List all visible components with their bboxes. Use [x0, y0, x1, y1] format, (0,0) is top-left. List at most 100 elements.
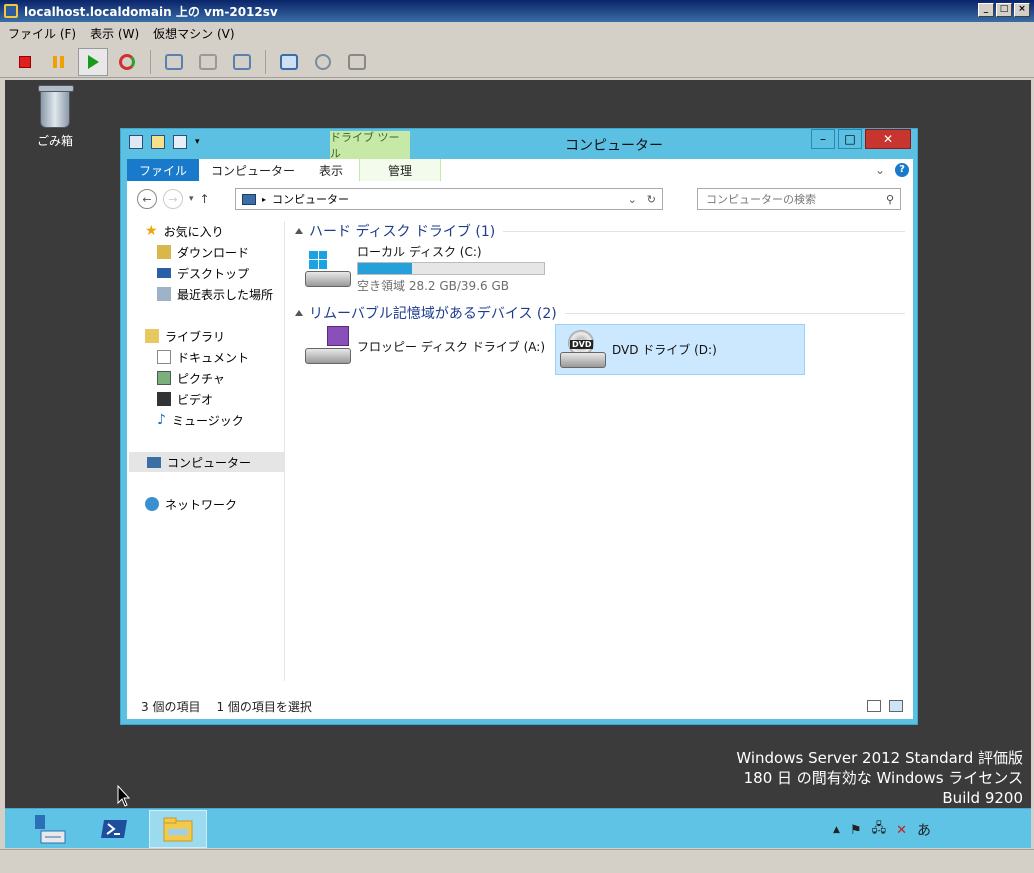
nav-favorites[interactable]: ★ お気に入り — [145, 221, 224, 241]
help-icon[interactable]: ? — [895, 163, 909, 177]
recycle-bin[interactable]: ごみ箱 — [27, 85, 83, 149]
volume-muted-icon[interactable]: ✕ — [896, 823, 907, 838]
recent-places-icon — [157, 287, 171, 301]
snapshot-manager-icon — [233, 53, 251, 70]
nav-videos-label: ビデオ — [177, 392, 214, 407]
tab-manage[interactable]: 管理 — [359, 159, 442, 181]
nav-network[interactable]: ネットワーク — [145, 494, 237, 514]
nav-libraries[interactable]: ライブラリ — [145, 326, 225, 346]
watermark-line1: Windows Server 2012 Standard 評価版 — [736, 749, 1023, 767]
minimize-button[interactable]: – — [811, 129, 835, 149]
ribbon-tabs: ファイル コンピューター 表示 管理 ⌄ ? — [127, 159, 913, 181]
taskbar-powershell[interactable] — [85, 810, 143, 848]
show-hidden-icons-icon[interactable]: ▲ — [833, 825, 840, 835]
menu-view[interactable]: 表示 (W) — [90, 25, 139, 42]
windows-logo-icon — [309, 250, 327, 269]
search-input[interactable]: コンピューターの検索 ⚲ — [697, 188, 901, 210]
drive-c-info: ローカル ディスク (C:) 空き領域 28.2 GB/39.6 GB — [357, 243, 545, 294]
music-icon: ♪ — [157, 412, 166, 428]
minimize-button[interactable]: _ — [978, 3, 994, 17]
powershell-icon — [101, 819, 127, 838]
group-header-hdd[interactable]: ハード ディスク ドライブ (1) — [295, 221, 905, 241]
snapshot-revert-button[interactable] — [193, 48, 223, 76]
tab-file[interactable]: ファイル — [127, 159, 200, 181]
snapshot-button[interactable] — [159, 48, 189, 76]
explorer-titlebar[interactable]: ▾ ドライブ ツール コンピューター – □ ✕ — [121, 129, 917, 160]
nav-desktop[interactable]: デスクトップ — [157, 263, 249, 283]
drive-a-name: フロッピー ディスク ドライブ (A:) — [357, 339, 546, 354]
drive-d[interactable]: DVD DVD ドライブ (D:) — [555, 324, 805, 375]
details-view-icon[interactable] — [867, 700, 881, 712]
nav-computer[interactable]: コンピューター — [129, 452, 284, 472]
explorer-window[interactable]: ▾ ドライブ ツール コンピューター – □ ✕ ファイル コンピューター 表示… — [120, 128, 918, 725]
taskbar-server-manager[interactable] — [21, 810, 79, 848]
ribbon-right: ⌄ ? — [875, 159, 913, 181]
host-menubar: ファイル (F) 表示 (W) 仮想マシン (V) — [0, 22, 1034, 44]
tools-button[interactable] — [308, 48, 338, 76]
breadcrumb[interactable]: コンピューター — [272, 191, 349, 207]
nav-documents[interactable]: ドキュメント — [157, 347, 249, 367]
host-window-controls: _ □ × — [978, 3, 1030, 17]
nav-music[interactable]: ♪ ミュージック — [157, 410, 244, 430]
large-icons-view-icon[interactable] — [889, 700, 903, 712]
file-explorer-icon — [163, 817, 193, 841]
view-switcher — [867, 700, 903, 712]
breadcrumb-chevron-icon[interactable]: ▸ — [262, 195, 266, 204]
maximize-button[interactable]: □ — [996, 3, 1012, 17]
ime-mode-indicator[interactable]: あ — [917, 820, 931, 840]
taskbar-file-explorer[interactable] — [149, 809, 207, 848]
address-dropdown-icon[interactable]: ⌄ — [628, 193, 637, 206]
group-hdd-label: ハード ディスク ドライブ (1) — [309, 224, 496, 240]
network-status-icon[interactable]: 🖧 — [872, 819, 887, 841]
host-toolbar — [0, 46, 1034, 78]
videos-icon — [157, 392, 171, 406]
nav-downloads[interactable]: ダウンロード — [157, 242, 249, 262]
tab-view[interactable]: 表示 — [307, 159, 355, 181]
recycle-bin-icon — [38, 85, 74, 128]
menu-file[interactable]: ファイル (F) — [8, 25, 76, 42]
stop-icon — [19, 55, 31, 68]
action-center-flag-icon[interactable]: ⚑ — [850, 823, 862, 838]
system-tray: ▲ ⚑ 🖧 ✕ あ — [833, 819, 931, 841]
local-disk-icon — [303, 249, 353, 289]
stop-button[interactable] — [10, 48, 40, 76]
back-button[interactable]: ← — [137, 189, 157, 209]
console-settings-button[interactable] — [274, 48, 304, 76]
drive-a[interactable]: フロッピー ディスク ドライブ (A:) — [303, 325, 545, 367]
nav-recent[interactable]: 最近表示した場所 — [157, 284, 273, 304]
console-settings-icon — [280, 53, 298, 70]
close-button[interactable]: × — [1014, 3, 1030, 17]
server-manager-icon — [35, 814, 66, 843]
address-bar[interactable]: ▸ コンピューター ⌄ ↻ — [235, 188, 663, 210]
reset-button[interactable] — [112, 48, 142, 76]
close-button[interactable]: ✕ — [865, 129, 911, 149]
snapshot-manager-button[interactable] — [227, 48, 257, 76]
refresh-icon[interactable]: ↻ — [647, 193, 656, 206]
navigation-pane: ★ お気に入り ダウンロード デスクトップ 最近表示した場所 ライブラリ ドキュ… — [127, 221, 285, 681]
selected-count: 1 個の項目を選択 — [216, 699, 312, 714]
menu-vm[interactable]: 仮想マシン (V) — [153, 25, 234, 42]
item-count: 3 個の項目 — [141, 699, 201, 714]
nav-documents-label: ドキュメント — [177, 350, 250, 365]
nav-videos[interactable]: ビデオ — [157, 389, 213, 409]
nav-pictures[interactable]: ピクチャ — [157, 368, 225, 388]
vm-settings-button[interactable] — [342, 48, 372, 76]
nav-downloads-label: ダウンロード — [177, 245, 250, 260]
pause-button[interactable] — [44, 48, 74, 76]
explorer-body: ← → ▾ ↑ ▸ コンピューター ⌄ ↻ コンピューターの検索 ⚲ ★ お気に… — [127, 181, 913, 719]
ribbon-expand-icon[interactable]: ⌄ — [875, 163, 885, 177]
documents-icon — [157, 350, 171, 364]
drive-c[interactable]: ローカル ディスク (C:) 空き領域 28.2 GB/39.6 GB — [303, 243, 545, 294]
vm-screen[interactable]: ごみ箱 ▾ ドライブ ツール コンピューター – □ ✕ ファイル コンピュータ… — [5, 80, 1031, 848]
tab-computer[interactable]: コンピューター — [199, 159, 307, 181]
group-header-removable[interactable]: リムーバブル記憶域があるデバイス (2) — [295, 303, 905, 323]
computer-icon — [242, 193, 256, 205]
collapse-icon — [295, 310, 303, 316]
forward-button[interactable]: → — [163, 189, 183, 209]
play-button[interactable] — [78, 47, 108, 76]
host-titlebar: localhost.localdomain 上の vm-2012sv _ □ × — [0, 0, 1034, 22]
up-button[interactable]: ↑ — [200, 192, 210, 206]
search-icon: ⚲ — [885, 192, 894, 206]
maximize-button[interactable]: □ — [838, 129, 862, 149]
recent-locations-icon[interactable]: ▾ — [189, 194, 194, 204]
